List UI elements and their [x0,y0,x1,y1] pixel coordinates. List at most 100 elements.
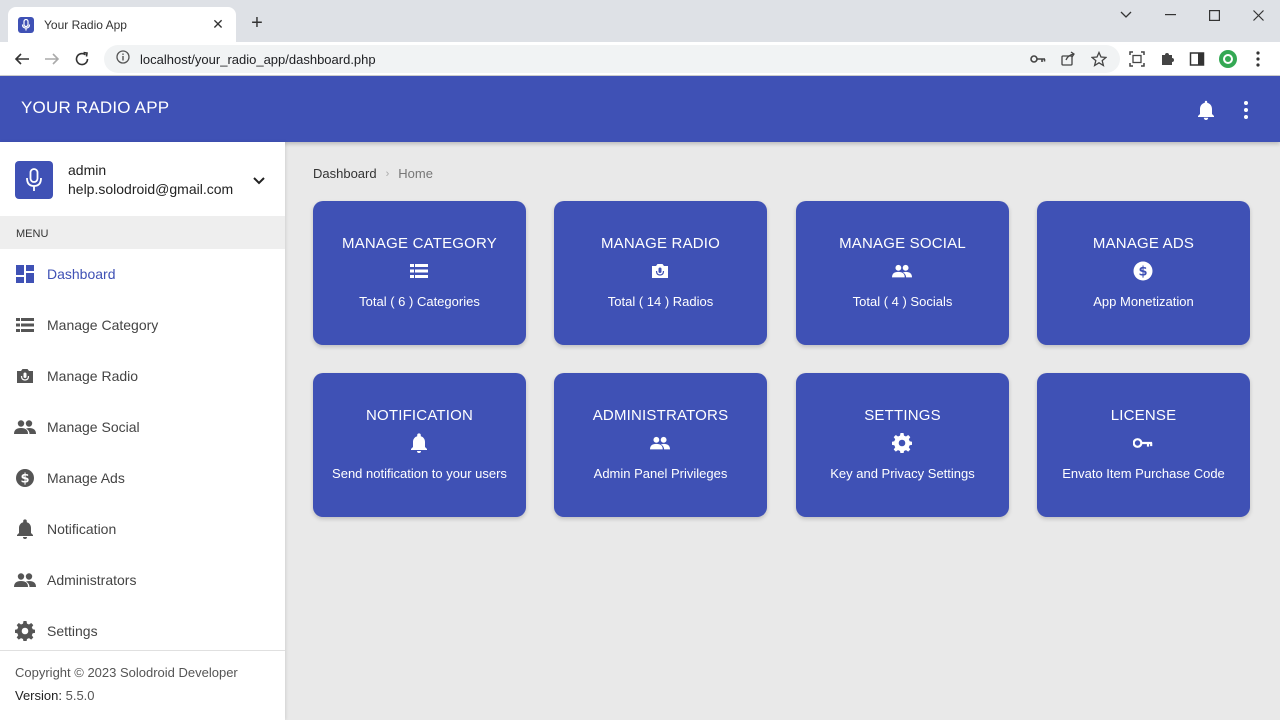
card-manage-social[interactable]: MANAGE SOCIAL Total ( 4 ) Socials [796,201,1009,345]
card-title: LICENSE [1110,407,1177,424]
profile-avatar[interactable] [1216,47,1240,71]
card-subtitle: Key and Privacy Settings [830,466,975,481]
card-title: MANAGE CATEGORY [342,235,497,252]
svg-text:$: $ [20,472,29,487]
browser-tab[interactable]: Your Radio App ✕ [8,7,236,42]
list-icon [14,314,36,336]
dashboard-icon [14,263,36,285]
card-title: MANAGE SOCIAL [839,235,966,252]
version-value: 5.5.0 [65,688,95,703]
chevron-down-icon[interactable] [250,172,268,190]
url-text: localhost/your_radio_app/dashboard.php [140,51,376,67]
browser-tabstrip: Your Radio App ✕ + [0,0,1280,42]
sidebar-item-manage-ads[interactable]: $ Manage Ads [0,458,285,498]
screenshot-icon[interactable] [1125,47,1149,71]
card-administrators[interactable]: ADMINISTRATORS Admin Panel Privileges [554,373,767,517]
card-title: MANAGE ADS [1092,235,1195,252]
card-manage-ads[interactable]: MANAGE ADS $ App Monetization [1037,201,1250,345]
sidebar-item-dashboard[interactable]: Dashboard [0,254,285,294]
breadcrumb-separator: › [385,167,390,180]
notification-bell-icon[interactable] [1194,98,1218,122]
card-title: MANAGE RADIO [600,235,721,252]
card-subtitle: App Monetization [1093,294,1194,309]
card-subtitle: Send notification to your users [332,466,507,481]
app-title: YOUR RADIO APP [21,98,170,117]
sidebar-item-manage-social[interactable]: Manage Social [0,407,285,447]
svg-text:$: $ [1138,265,1147,280]
gear-icon [14,620,36,642]
tab-close-icon[interactable]: ✕ [210,16,226,33]
card-subtitle: Total ( 6 ) Categories [359,294,480,309]
sidebar-item-administrators[interactable]: Administrators [0,560,285,600]
browser-menu-icon[interactable] [1246,47,1270,71]
menu-header: MENU [0,216,285,249]
card-manage-category[interactable]: MANAGE CATEGORY Total ( 6 ) Categories [313,201,526,345]
reload-icon[interactable] [70,47,94,71]
tab-title: Your Radio App [44,17,127,32]
people-icon [14,569,36,591]
sidebar: admin help.solodroid@gmail.com MENU Dash… [0,142,285,720]
people-icon [650,433,670,453]
radio-icon [14,365,36,387]
user-info: admin help.solodroid@gmail.com [0,142,285,216]
tab-search-chevron-icon[interactable] [1104,4,1148,26]
app-header: YOUR RADIO APP [0,76,1280,142]
breadcrumb: Dashboard › Home [313,166,433,181]
card-subtitle: Envato Item Purchase Code [1062,466,1225,481]
sidebar-item-label: Manage Social [47,419,140,435]
password-key-icon[interactable] [1026,47,1050,71]
microphone-favicon-icon [18,16,34,33]
copyright-text: Copyright © 2023 Solodroid Developer [15,665,238,680]
card-title: NOTIFICATION [365,407,474,424]
card-subtitle: Total ( 4 ) Socials [852,294,953,309]
bell-icon [14,518,36,540]
new-tab-button[interactable]: + [246,12,268,34]
card-notification[interactable]: NOTIFICATION Send notification to your u… [313,373,526,517]
sidebar-item-label: Dashboard [47,266,116,282]
sidebar-item-manage-category[interactable]: Manage Category [0,305,285,345]
user-name: admin [68,162,107,178]
people-icon [892,261,912,281]
sidebar-item-label: Administrators [47,572,137,588]
gear-icon [892,433,912,453]
card-subtitle: Admin Panel Privileges [593,466,728,481]
site-info-icon[interactable] [116,49,130,69]
browser-toolbar: localhost/your_radio_app/dashboard.php [0,42,1280,76]
forward-arrow-icon[interactable] [40,47,64,71]
sidebar-item-settings[interactable]: Settings [0,611,285,651]
radio-icon [650,261,670,281]
breadcrumb-home: Home [398,166,433,181]
card-subtitle: Total ( 14 ) Radios [607,294,714,309]
sidebar-item-label: Manage Radio [47,368,139,384]
more-vert-icon[interactable] [1236,98,1256,122]
maximize-icon[interactable] [1192,4,1236,26]
sidebar-item-label: Manage Ads [47,470,125,486]
microphone-avatar-icon [15,161,53,199]
key-icon [1133,433,1153,453]
card-license[interactable]: LICENSE Envato Item Purchase Code [1037,373,1250,517]
dollar-icon: $ [14,467,36,489]
share-icon[interactable] [1056,47,1080,71]
minimize-icon[interactable] [1148,4,1192,26]
user-email: help.solodroid@gmail.com [68,181,234,197]
card-title: ADMINISTRATORS [592,407,729,424]
sidebar-item-label: Settings [47,623,98,639]
bookmark-star-icon[interactable] [1087,47,1111,71]
sidebar-item-manage-radio[interactable]: Manage Radio [0,356,285,396]
dollar-icon: $ [1133,261,1153,281]
card-settings[interactable]: SETTINGS Key and Privacy Settings [796,373,1009,517]
extensions-puzzle-icon[interactable] [1155,47,1179,71]
sidebar-item-label: Notification [47,521,117,537]
sidebar-item-label: Manage Category [47,317,159,333]
sidebar-footer: Copyright © 2023 Solodroid Developer Ver… [0,650,285,720]
address-bar[interactable]: localhost/your_radio_app/dashboard.php [104,45,1120,73]
sidebar-item-notification[interactable]: Notification [0,509,285,549]
version-label: Version: [15,688,62,703]
breadcrumb-dashboard[interactable]: Dashboard [313,166,377,181]
back-arrow-icon[interactable] [10,47,34,71]
close-window-icon[interactable] [1236,4,1280,26]
side-panel-icon[interactable] [1185,47,1209,71]
card-manage-radio[interactable]: MANAGE RADIO Total ( 14 ) Radios [554,201,767,345]
card-title: SETTINGS [864,407,941,424]
list-icon [409,261,429,281]
